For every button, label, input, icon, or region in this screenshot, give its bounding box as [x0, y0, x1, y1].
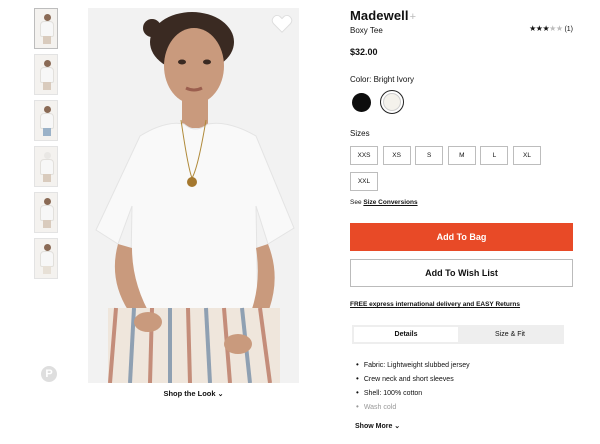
- tab-size-fit[interactable]: Size & Fit: [458, 327, 562, 342]
- size-xxl[interactable]: XXL: [350, 172, 378, 191]
- model-illustration: [88, 8, 299, 383]
- product-main-image: [88, 8, 299, 383]
- size-s[interactable]: S: [415, 146, 444, 165]
- shipping-returns-link[interactable]: FREE express international delivery and …: [350, 301, 573, 308]
- size-conversions-link[interactable]: Size Conversions: [363, 199, 417, 206]
- list-item: Shell: 100% cotton: [356, 386, 573, 400]
- details-list: Fabric: Lightweight slubbed jersey Crew …: [350, 358, 573, 414]
- show-more-button[interactable]: Show More ⌄: [355, 422, 573, 430]
- thumbnail-strip: [34, 8, 60, 284]
- list-item: Wash cold: [356, 400, 573, 414]
- rating[interactable]: ★★★★★ (1): [529, 24, 573, 33]
- size-m[interactable]: M: [447, 146, 476, 165]
- size-conversions: See Size Conversions: [350, 199, 573, 206]
- add-to-wishlist-button[interactable]: Add To Wish List: [350, 259, 573, 287]
- follow-brand-icon[interactable]: +: [410, 11, 417, 23]
- color-swatches: [350, 90, 573, 114]
- heart-icon[interactable]: [271, 14, 293, 34]
- show-more-label: Show More: [355, 423, 393, 430]
- tab-details[interactable]: Details: [354, 327, 458, 342]
- thumbnail-3[interactable]: [34, 100, 58, 141]
- brand-label: Madewell: [350, 8, 409, 23]
- chevron-down-icon: ⌄: [217, 391, 224, 398]
- size-conversions-prefix: See: [350, 199, 364, 206]
- swatch-black[interactable]: [352, 92, 371, 112]
- thumbnail-2[interactable]: [34, 54, 58, 95]
- chevron-down-icon: ⌄: [394, 423, 401, 430]
- thumbnail-5[interactable]: [34, 192, 58, 233]
- pinterest-icon[interactable]: P: [41, 366, 57, 382]
- shop-the-look-label: Shop the Look: [163, 389, 216, 398]
- sizes-label: Sizes: [350, 129, 370, 138]
- swatch-bright-ivory[interactable]: [380, 90, 405, 114]
- product-info-panel: Madewell+ ★★★★★ (1) Boxy Tee $32.00 Colo…: [350, 8, 573, 430]
- product-tabs: Details Size & Fit: [352, 325, 564, 344]
- list-item: Fabric: Lightweight slubbed jersey: [356, 358, 573, 372]
- thumbnail-4[interactable]: [34, 146, 58, 187]
- shop-the-look-link[interactable]: Shop the Look ⌄: [88, 389, 299, 398]
- brand-name[interactable]: Madewell+: [350, 8, 573, 23]
- size-xs[interactable]: XS: [382, 146, 411, 165]
- star-rating-icon: ★★★★★: [529, 24, 563, 33]
- thumbnail-6[interactable]: [34, 238, 58, 279]
- list-item: Crew neck and short sleeves: [356, 372, 573, 386]
- size-xxs[interactable]: XXS: [350, 146, 378, 165]
- size-xl[interactable]: XL: [512, 146, 541, 165]
- size-options: XXS XS S M L XL XXL: [350, 144, 580, 196]
- product-price: $32.00: [350, 47, 378, 57]
- thumbnail-1[interactable]: [34, 8, 58, 49]
- color-label: Color: Bright Ivory: [350, 75, 415, 84]
- review-count: (1): [564, 26, 573, 33]
- add-to-bag-button[interactable]: Add To Bag: [350, 223, 573, 251]
- size-l[interactable]: L: [480, 146, 509, 165]
